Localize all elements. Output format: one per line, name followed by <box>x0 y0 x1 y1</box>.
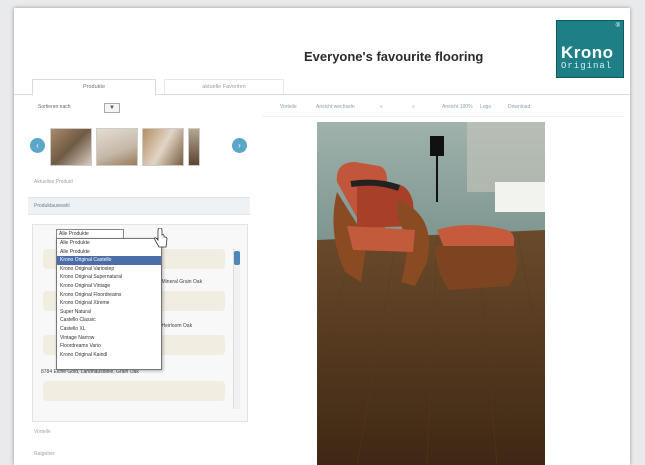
room-scene-illustration <box>317 122 545 465</box>
dropdown-option[interactable]: Alle Produkte <box>57 248 161 257</box>
krono-original-logo[interactable]: ® Krono Original <box>556 20 624 78</box>
section-header-label: Produktauswahl <box>34 203 70 209</box>
dropdown-option[interactable]: Super Natural <box>57 308 161 317</box>
sort-label: Sortieren nach <box>38 104 71 110</box>
toolbar-item[interactable]: Logo <box>480 104 491 110</box>
scrollbar-thumb[interactable] <box>234 251 240 265</box>
tab-favoriten[interactable]: aktuelle Favoriten <box>164 79 284 95</box>
dropdown-option[interactable]: Alle Produkte <box>57 239 161 248</box>
dropdown-option[interactable]: Krono Original Kaindl <box>57 351 161 360</box>
dropdown-option[interactable]: Krono Original Variostep <box>57 265 161 274</box>
hand-cursor-icon <box>154 228 168 248</box>
toolbar-item[interactable]: » <box>412 104 415 110</box>
image-toolbar: Vorteile Ansicht wechseln « » Ansicht 100% Lo… <box>262 104 624 117</box>
product-selection-header[interactable]: Produktauswahl <box>28 197 250 215</box>
page-title: Everyone's favourite flooring <box>304 49 484 64</box>
dropdown-option[interactable]: Krono Original Supernatural <box>57 273 161 282</box>
sidebar: Sortieren nach ▼ ‹ › Aktuelles Produkt P… <box>28 96 250 465</box>
recent-product-link[interactable]: Aktuelles Produkt <box>34 179 73 185</box>
product-filter-dropdown[interactable]: Alle Produkte Alle Produkte Krono Original… <box>56 238 162 370</box>
list-item[interactable] <box>43 381 225 401</box>
registered-mark: ® <box>615 23 620 29</box>
toolbar-item[interactable]: Ansicht 100% <box>442 104 473 110</box>
toolbar-item[interactable]: Download <box>508 104 530 110</box>
dropdown-option[interactable]: Krono Original Castello <box>57 256 161 265</box>
app-frame: Everyone's favourite flooring ® Krono Or… <box>14 8 630 465</box>
toolbar-item[interactable]: « <box>380 104 383 110</box>
dropdown-option[interactable]: Floordreams Vario <box>57 342 161 351</box>
logo-text-original: Original <box>561 61 613 71</box>
product-photo <box>317 122 545 465</box>
dropdown-option[interactable]: Castello Classic <box>57 316 161 325</box>
tab-produkte[interactable]: Produkte <box>32 79 156 96</box>
dropdown-option[interactable]: Krono Original Xtreme <box>57 299 161 308</box>
sidebar-link-vorteile[interactable]: Vorteile <box>34 429 51 435</box>
dropdown-option[interactable]: Krono Original Floordreams <box>57 291 161 300</box>
sort-dropdown-button[interactable]: ▼ <box>104 103 120 113</box>
tab-bar: Produkte aktuelle Favoriten <box>14 76 630 96</box>
dropdown-option[interactable]: Castello XL <box>57 325 161 334</box>
product-thumbnail[interactable] <box>96 128 138 166</box>
toolbar-item[interactable]: Vorteile <box>280 104 297 110</box>
dropdown-option[interactable]: Krono Original Vintage <box>57 282 161 291</box>
logo-text-krono: Krono <box>561 43 614 62</box>
product-thumbnail[interactable] <box>50 128 92 166</box>
list-scrollbar[interactable] <box>233 249 240 409</box>
sidebar-link-ratgeber[interactable]: Ratgeber <box>34 451 55 457</box>
product-thumbnail[interactable] <box>188 128 200 166</box>
dropdown-option[interactable]: Vintage Narrow <box>57 334 161 343</box>
carousel-next-icon[interactable]: › <box>232 138 247 153</box>
toolbar-item[interactable]: Ansicht wechseln <box>316 104 355 110</box>
product-carousel: ‹ › <box>28 124 250 168</box>
carousel-prev-icon[interactable]: ‹ <box>30 138 45 153</box>
product-thumbnail[interactable] <box>142 128 184 166</box>
